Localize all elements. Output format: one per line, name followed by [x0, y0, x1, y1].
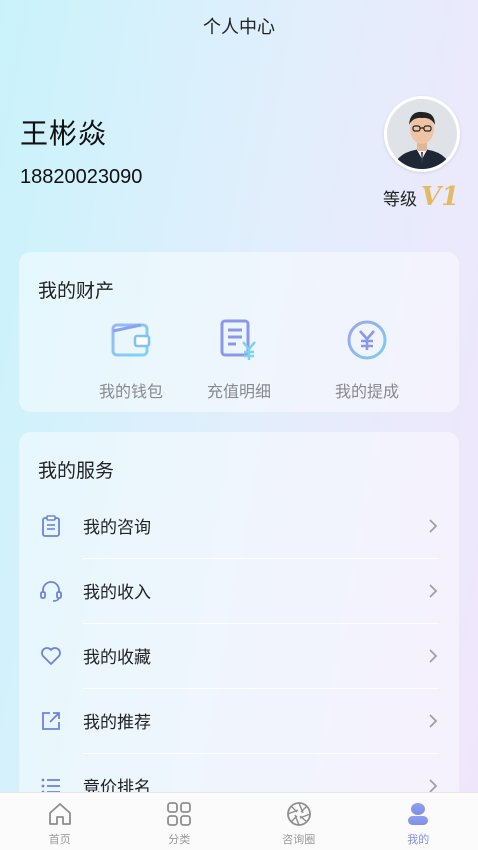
service-item-referral[interactable]: 我的推荐	[19, 688, 459, 753]
home-icon	[48, 803, 71, 825]
commission-label: 我的提成	[334, 382, 399, 401]
referral-label: 我的推荐	[83, 713, 151, 733]
tab-category-label: 分类	[168, 833, 191, 846]
service-item-consultation[interactable]: 我的咨询	[19, 493, 459, 558]
avatar-portrait-icon	[387, 99, 457, 169]
top-bar: 个人中心	[0, 0, 478, 52]
user-level: 等级 V1	[383, 182, 459, 212]
level-badge: V1	[421, 182, 460, 212]
aperture-icon	[286, 802, 311, 826]
favorites-label: 我的收藏	[83, 648, 151, 668]
headset-icon	[40, 580, 62, 602]
heart-icon	[41, 646, 61, 665]
chevron-right-icon	[429, 518, 438, 533]
chevron-right-icon	[429, 583, 438, 598]
service-item-income[interactable]: 我的收入	[19, 558, 459, 623]
assets-title: 我的财产	[38, 280, 115, 302]
page-title: 个人中心	[203, 17, 275, 38]
tab-home-label: 首页	[48, 833, 71, 846]
tab-category[interactable]: 分类	[120, 793, 240, 850]
recharge-record-button[interactable]: 充值明细	[179, 316, 299, 402]
tab-consult-circle[interactable]: 咨询圈	[239, 793, 359, 850]
share-icon	[42, 711, 60, 730]
tab-consult-circle-label: 咨询圈	[282, 833, 316, 846]
income-label: 我的收入	[83, 583, 151, 603]
level-label: 等级	[383, 189, 417, 210]
services-title: 我的服务	[38, 460, 115, 482]
category-grid-icon	[167, 802, 192, 826]
yen-coin-icon	[347, 320, 387, 360]
tab-mine-label: 我的	[407, 833, 430, 846]
chevron-right-icon	[429, 648, 438, 663]
tab-mine[interactable]: 我的	[359, 793, 478, 850]
service-item-favorites[interactable]: 我的收藏	[19, 623, 459, 688]
recharge-record-label: 充值明细	[206, 382, 271, 401]
avatar[interactable]	[384, 96, 460, 172]
chevron-right-icon	[429, 713, 438, 728]
tab-home[interactable]: 首页	[0, 793, 120, 850]
wallet-icon	[111, 323, 151, 357]
services-card: 我的服务 我的咨询 我的收入 我的收藏 我的推荐 竟价排名	[19, 432, 459, 850]
user-name: 王彬焱	[20, 117, 108, 150]
user-phone: 18820023090	[20, 166, 143, 188]
profile-info: 王彬焱 18820023090	[20, 112, 142, 189]
profile-icon	[408, 803, 429, 825]
commission-button[interactable]: 我的提成	[307, 316, 427, 402]
clipboard-icon	[42, 514, 60, 537]
wallet-label: 我的钱包	[98, 382, 163, 401]
consultation-label: 我的咨询	[83, 518, 151, 538]
wallet-button[interactable]: 我的钱包	[71, 316, 191, 402]
assets-card: 我的财产 我的钱包 充值明细 我的提成	[19, 252, 459, 412]
recharge-record-icon	[220, 319, 256, 360]
bottom-tab-bar: 首页 分类 咨询圈 我的	[0, 792, 478, 850]
